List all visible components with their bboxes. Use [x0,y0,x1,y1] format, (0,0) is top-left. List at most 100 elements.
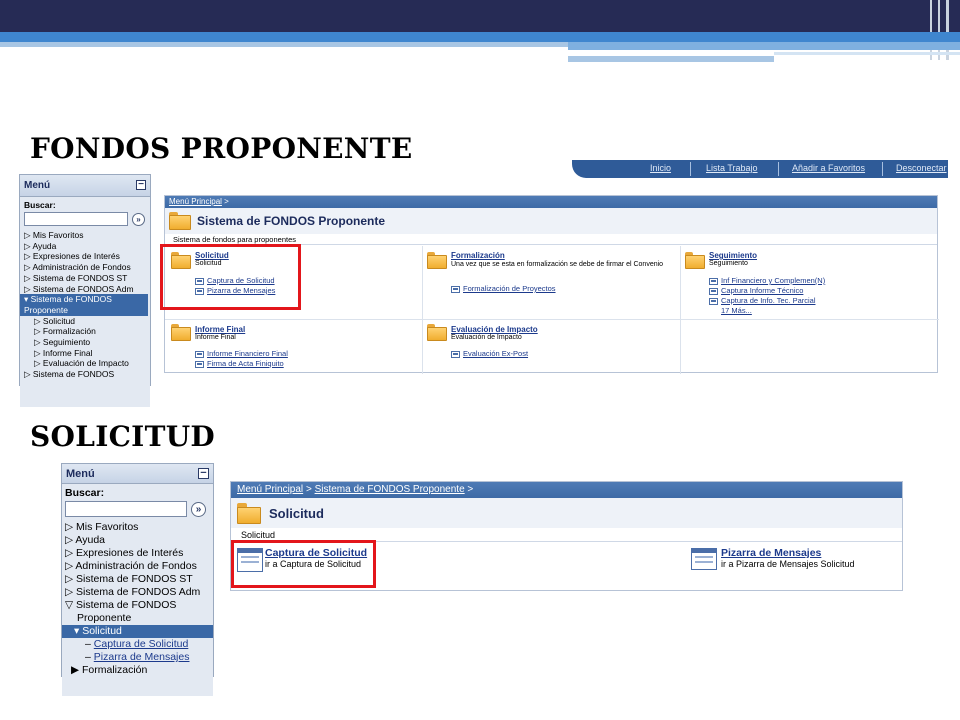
page-icon [709,287,718,295]
breadcrumb-separator: > [224,197,229,206]
breadcrumb-fondos-proponente[interactable]: Sistema de FONDOS Proponente [315,484,465,495]
link-firma-acta[interactable]: Firma de Acta Finiquito [207,359,284,369]
highlight-box-captura [231,540,376,588]
search-label: Buscar: [24,200,56,210]
highlight-box-solicitud [160,244,301,310]
component-icon [691,548,717,570]
menu-item-formalizacion[interactable]: ▶ Formalización [65,664,210,677]
link-formalizacion-proyectos[interactable]: Formalización de Proyectos [463,284,556,294]
folder-icon [171,324,191,341]
link-captura-informe-tecnico[interactable]: Captura Informe Técnico [721,286,803,296]
link-captura-info-parcial[interactable]: Captura de Info. Tec. Parcial [721,296,816,306]
menu-item-pizarra[interactable]: – Pizarra de Mensajes [65,651,210,664]
menu-item-administracion[interactable]: ▷ Administración de Fondos [65,560,210,573]
tile-subtitle: Seguimiento [709,260,748,267]
menu-item-informe-final[interactable]: ▷ Informe Final [24,348,146,359]
slide-top-bar [0,0,960,32]
page-title: Solicitud [269,505,324,521]
slide-accent-band [774,52,960,55]
menu-item-expresiones[interactable]: ▷ Expresiones de Interés [24,251,146,262]
divider [778,162,779,176]
menu-item-ayuda[interactable]: ▷ Ayuda [65,534,210,547]
search-go-icon[interactable]: » [132,212,145,226]
tile-title-informe-final[interactable]: Informe Final [195,325,245,334]
tile-title-evaluacion[interactable]: Evaluación de Impacto [451,325,538,334]
page-icon [451,285,460,293]
menu-item-formalizacion[interactable]: ▷ Formalización [24,326,146,337]
slide-accent-band [0,42,568,47]
breadcrumb: Menú Principal > Sistema de FONDOS Propo… [231,482,902,498]
page-icon [709,297,718,305]
menu-item-ayuda[interactable]: ▷ Ayuda [24,241,146,252]
tile-seguimiento: Seguimiento Seguimiento Inf Financiero y… [681,246,939,320]
minimize-icon[interactable]: − [198,468,209,479]
menu-item-fondos-proponente[interactable]: ▽ Sistema de FONDOS [65,599,210,612]
folder-icon [427,252,447,269]
link-evaluacion-ex-post[interactable]: Evaluación Ex-Post [463,349,528,359]
menu-panel: Menú − Buscar: » ▷ Mis Favoritos ▷ Ayuda… [19,174,151,407]
link-inf-financiero[interactable]: Inf Financiero y Complemen(N) [721,276,825,286]
menu-item-solicitud[interactable]: ▷ Solicitud [24,316,146,327]
slide-accent-band [0,32,960,42]
menu-item-fondos-proponente[interactable]: ▾ Sistema de FONDOS Proponente [20,294,148,316]
folder-icon [237,502,261,524]
breadcrumb: Menú Principal > [165,196,937,208]
menu-item-solicitud[interactable]: ▾ Solicitud [62,625,213,638]
page-title: Sistema de FONDOS Proponente [197,214,386,228]
page-icon [195,350,204,358]
link-informe-financiero-final[interactable]: Informe Financiero Final [207,349,288,359]
menu-item-mis-favoritos[interactable]: ▷ Mis Favoritos [24,230,146,241]
header-links-bar: Inicio Lista Trabajo Añadir a Favoritos … [572,160,948,178]
search-input[interactable] [65,501,187,517]
folder-icon [169,212,191,230]
menu-item-fondos[interactable]: ▷ Sistema de FONDOS [24,369,146,380]
breadcrumb-menu-principal[interactable]: Menú Principal [237,484,303,495]
menu-item-fondos-st[interactable]: ▷ Sistema de FONDOS ST [24,273,146,284]
menu-item-fondos-st[interactable]: ▷ Sistema de FONDOS ST [65,573,210,586]
search-input[interactable] [24,212,128,226]
breadcrumb-menu-principal[interactable]: Menú Principal [169,197,222,206]
card-title-pizarra[interactable]: Pizarra de Mensajes [721,547,855,559]
tile-empty [681,320,939,374]
header-link-favoritos[interactable]: Añadir a Favoritos [792,163,865,173]
page-title-row: Solicitud [231,498,902,528]
menu-header: Menú − [62,464,213,484]
menu-item-administracion[interactable]: ▷ Administración de Fondos [24,262,146,273]
menu-title: Menú [24,180,51,191]
slide-heading-solicitud: SOLICITUD [30,420,216,453]
page-icon [195,360,204,368]
tile-title-seguimiento[interactable]: Seguimiento [709,251,757,260]
menu-item-expresiones[interactable]: ▷ Expresiones de Interés [65,547,210,560]
menu-item-fondos-adm[interactable]: ▷ Sistema de FONDOS Adm [24,284,146,295]
menu-item-mis-favoritos[interactable]: ▷ Mis Favoritos [65,521,210,534]
folder-icon [427,324,447,341]
header-link-desconectar[interactable]: Desconectar [896,163,947,173]
tile-subtitle: Evaluación de Impacto [451,334,522,341]
search-label: Buscar: [65,487,105,499]
divider [882,162,883,176]
page-icon [451,350,460,358]
card-subtitle-pizarra: ir a Pizarra de Mensajes Solicitud [721,559,855,569]
tile-formalizacion: Formalización Una vez que se esta en for… [423,246,681,320]
slide-stripe [938,0,940,60]
header-link-inicio[interactable]: Inicio [650,163,671,173]
tile-subtitle: Informe Final [195,334,236,341]
divider [690,162,691,176]
folder-icon [685,252,705,269]
tile-title-formalizacion[interactable]: Formalización [451,251,675,260]
menu-item-evaluacion[interactable]: ▷ Evaluación de Impacto [24,358,146,369]
minimize-icon[interactable]: − [136,180,146,190]
menu-item-seguimiento[interactable]: ▷ Seguimiento [24,337,146,348]
search-go-icon[interactable]: » [191,501,206,517]
menu-item-captura[interactable]: – Captura de Solicitud [65,638,210,651]
breadcrumb-separator: > [305,484,312,495]
menu-item-fondos-adm[interactable]: ▷ Sistema de FONDOS Adm [65,586,210,599]
link-mas[interactable]: 17 Más... [721,306,752,316]
header-link-lista-trabajo[interactable]: Lista Trabajo [706,163,758,173]
page-icon [709,277,718,285]
menu-item-proponente-cont: Proponente [77,612,132,624]
slide-accent-band [568,56,774,62]
tile-evaluacion-impacto: Evaluación de Impacto Evaluación de Impa… [423,320,681,374]
slide-heading-fondos: FONDOS PROPONENTE [30,132,413,165]
menu-header: Menú − [20,175,150,197]
